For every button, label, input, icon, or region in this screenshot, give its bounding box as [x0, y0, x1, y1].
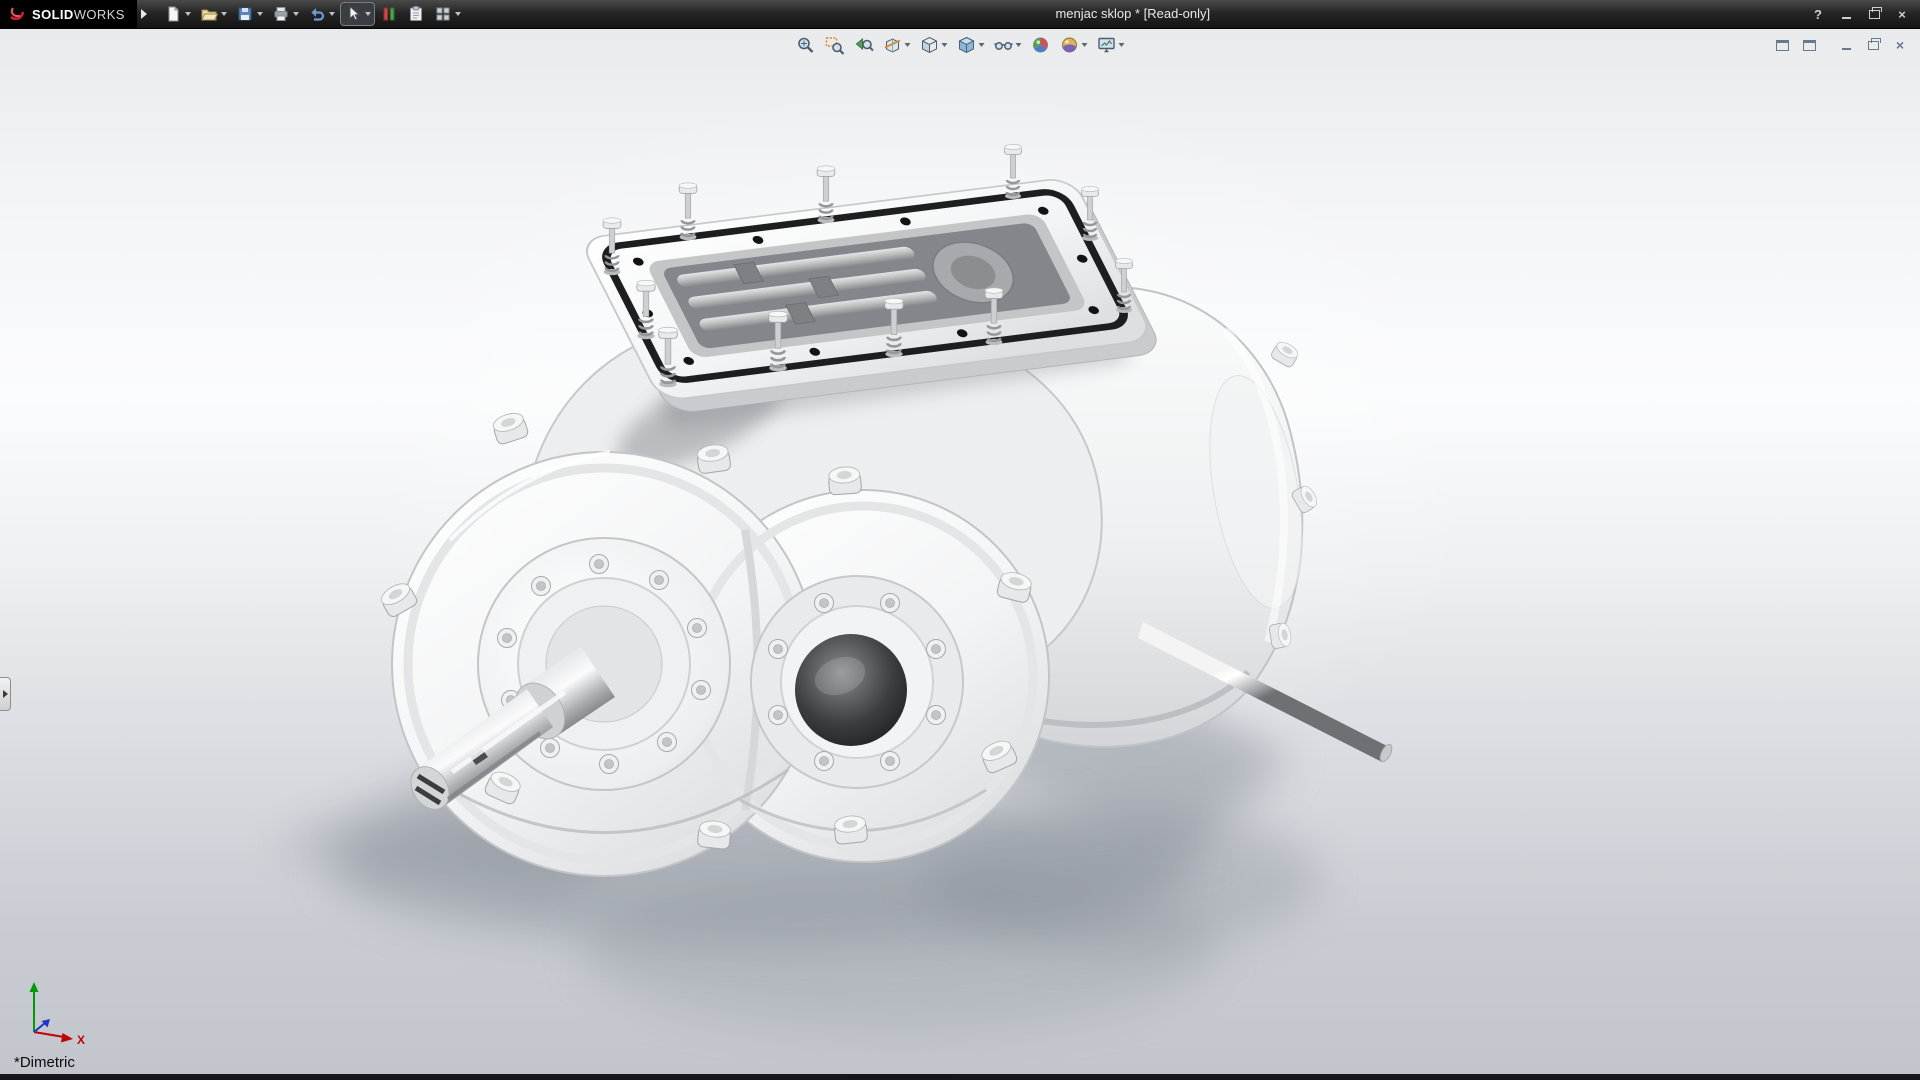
open-icon	[200, 5, 218, 23]
save-button[interactable]	[233, 3, 266, 25]
hide-show-items-icon	[994, 35, 1014, 55]
new-icon	[164, 5, 182, 23]
view-settings-icon	[1097, 35, 1117, 55]
brand-text: SOLIDWORKS	[32, 7, 125, 22]
dropdown-caret-icon[interactable]	[1016, 43, 1022, 47]
dropdown-caret-icon[interactable]	[221, 12, 227, 16]
tile-icon	[1803, 40, 1816, 51]
select-button[interactable]	[341, 3, 374, 25]
window-close-button[interactable]: ×	[1892, 4, 1912, 24]
solidworks-logo: SOLIDWORKS	[0, 0, 137, 28]
display-style-button[interactable]	[955, 33, 987, 57]
cover-studs	[603, 144, 1132, 387]
minimize-icon	[1842, 17, 1851, 19]
reference-triad: X	[18, 978, 98, 1048]
new-button[interactable]	[161, 3, 194, 25]
dropdown-caret-icon[interactable]	[329, 12, 335, 16]
cover-gasket	[600, 190, 1130, 382]
flange-bolts	[378, 410, 1034, 850]
output-bearing-cover	[751, 576, 963, 788]
dropdown-caret-icon[interactable]	[905, 43, 911, 47]
display-style-icon	[957, 35, 977, 55]
minimize-icon	[1842, 48, 1851, 50]
window-title: menjac sklop * [Read-only]	[1055, 0, 1210, 28]
section-view-icon	[883, 35, 903, 55]
zoom-to-fit-icon	[796, 35, 816, 55]
previous-view-icon	[854, 35, 874, 55]
brand-light: WORKS	[74, 7, 125, 22]
document-cascade-button[interactable]	[1772, 35, 1792, 55]
cascade-icon	[1776, 40, 1789, 51]
orientation-label: *Dimetric	[14, 1054, 75, 1071]
edit-appearance-icon	[1031, 35, 1051, 55]
window-help-button[interactable]: ?	[1808, 4, 1828, 24]
gearbox-model	[0, 28, 1920, 1080]
menu-expand-arrow-icon[interactable]	[141, 9, 147, 19]
front-housing	[392, 452, 1049, 876]
window-minimize-button[interactable]	[1836, 4, 1856, 24]
brand-bold: SOLID	[32, 7, 74, 22]
featuremanager-collapsed-tab[interactable]	[0, 677, 11, 711]
document-restore-button[interactable]	[1863, 35, 1883, 55]
document-minimize-button[interactable]	[1836, 35, 1856, 55]
section-view-button[interactable]	[881, 33, 913, 57]
expand-arrow-icon	[3, 690, 8, 698]
input-bearing-boss	[478, 538, 730, 790]
restore-icon	[1868, 41, 1879, 50]
document-window-controls: ×	[1772, 35, 1910, 55]
previous-view-button[interactable]	[852, 33, 876, 57]
main-toolbar	[161, 3, 464, 25]
dropdown-caret-icon[interactable]	[257, 12, 263, 16]
view-orientation-icon	[920, 35, 940, 55]
open-button[interactable]	[197, 3, 230, 25]
options-button[interactable]	[431, 3, 464, 25]
save-icon	[236, 5, 254, 23]
window-restore-button[interactable]	[1864, 4, 1884, 24]
dropdown-caret-icon[interactable]	[293, 12, 299, 16]
rear-housing	[889, 267, 1320, 747]
graphics-viewport[interactable]: × X *Dimetric	[0, 28, 1920, 1080]
dropdown-caret-icon[interactable]	[1119, 43, 1125, 47]
apply-scene-icon	[1060, 35, 1080, 55]
dropdown-caret-icon[interactable]	[942, 43, 948, 47]
properties-icon	[407, 5, 425, 23]
hide-show-items-button[interactable]	[992, 33, 1024, 57]
print-icon	[272, 5, 290, 23]
view-settings-button[interactable]	[1095, 33, 1127, 57]
dropdown-caret-icon[interactable]	[1082, 43, 1088, 47]
zoom-to-fit-button[interactable]	[794, 33, 818, 57]
selection-filter-icon	[380, 5, 398, 23]
housing-neck	[520, 311, 1102, 680]
select-icon	[344, 5, 362, 23]
taskbar-edge	[0, 1074, 1920, 1080]
output-shaft	[1138, 622, 1394, 764]
print-button[interactable]	[269, 3, 302, 25]
window-titlebar: SOLIDWORKS menjac sklop * [Read-only] ?×	[0, 0, 1920, 29]
dropdown-caret-icon[interactable]	[185, 12, 191, 16]
solidworks-logo-icon	[8, 5, 26, 23]
triad-x-label: X	[77, 1033, 85, 1047]
document-close-button[interactable]: ×	[1890, 35, 1910, 55]
restore-icon	[1869, 10, 1880, 19]
heads-up-view-toolbar	[794, 33, 1127, 57]
edit-appearance-button[interactable]	[1029, 33, 1053, 57]
window-controls: ?×	[1808, 0, 1912, 28]
undo-button[interactable]	[305, 3, 338, 25]
view-orientation-button[interactable]	[918, 33, 950, 57]
undo-icon	[308, 5, 326, 23]
zoom-to-area-icon	[825, 35, 845, 55]
properties-button[interactable]	[404, 3, 428, 25]
zoom-to-area-button[interactable]	[823, 33, 847, 57]
model-shadow	[270, 600, 1320, 1030]
input-shaft	[403, 647, 615, 817]
dropdown-caret-icon[interactable]	[365, 12, 371, 16]
document-tile-button[interactable]	[1799, 35, 1819, 55]
dropdown-caret-icon[interactable]	[455, 12, 461, 16]
apply-scene-button[interactable]	[1058, 33, 1090, 57]
top-cover	[579, 177, 1165, 415]
dropdown-caret-icon[interactable]	[979, 43, 985, 47]
shift-rails	[673, 243, 941, 336]
selection-filter-button[interactable]	[377, 3, 401, 25]
options-icon	[434, 5, 452, 23]
